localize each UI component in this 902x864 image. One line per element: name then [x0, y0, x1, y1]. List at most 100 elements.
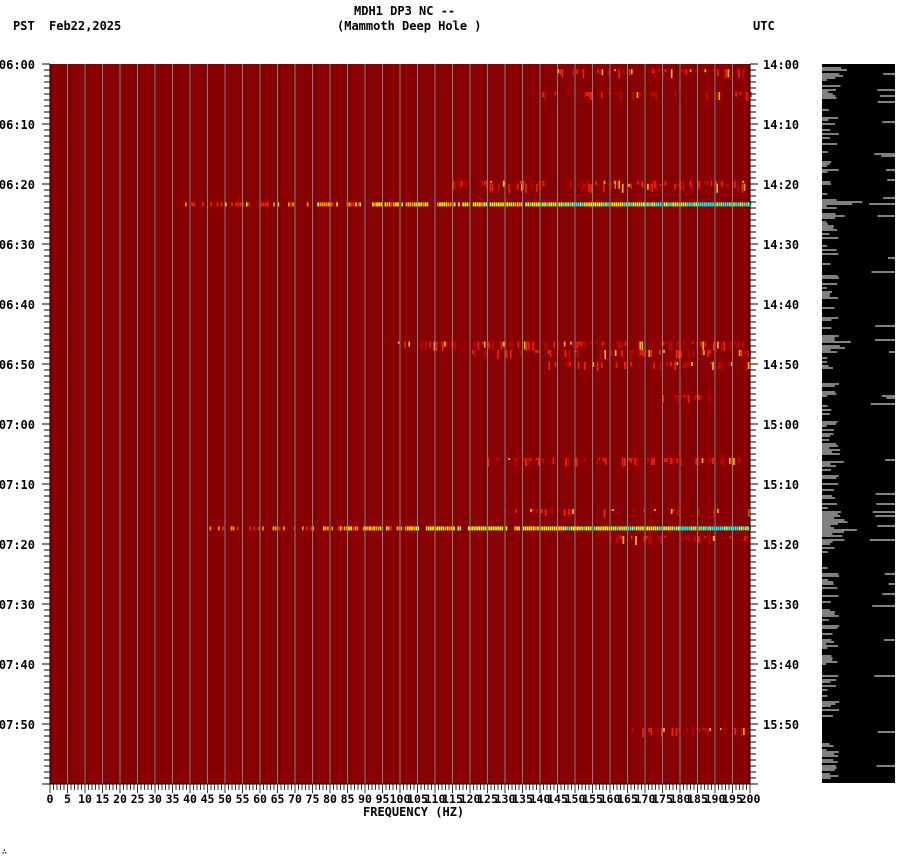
spectral-energy-mark — [372, 202, 374, 206]
time-tick-label-left: 06:40 — [0, 298, 35, 312]
spectral-energy-mark — [660, 536, 662, 544]
spectral-energy-mark — [529, 526, 531, 530]
spectral-energy-mark — [411, 526, 413, 530]
spectral-energy-mark — [587, 181, 589, 188]
spectral-energy-mark — [525, 526, 527, 530]
spectral-energy-mark — [721, 362, 723, 369]
spectral-energy-mark — [576, 342, 578, 349]
spectral-energy-mark — [726, 69, 728, 78]
spectral-energy-mark — [672, 458, 674, 465]
time-tick-label-left: 06:00 — [0, 58, 35, 72]
spectral-energy-mark — [746, 202, 748, 206]
spectral-energy-mark — [391, 202, 393, 206]
spectral-energy-mark — [743, 728, 745, 735]
spectral-energy-mark — [618, 69, 620, 78]
spectral-energy-mark — [604, 350, 606, 359]
spectral-energy-mark — [651, 92, 653, 96]
spectral-energy-mark — [344, 526, 346, 530]
spectral-energy-mark — [590, 184, 592, 193]
spectral-energy-mark — [548, 350, 550, 354]
spectral-energy-mark — [611, 526, 613, 530]
spectral-energy-mark — [538, 458, 540, 466]
spectral-energy-mark — [707, 181, 709, 186]
spectral-energy-mark — [719, 92, 721, 100]
spectral-energy-mark — [492, 342, 494, 350]
spectral-energy-mark — [677, 362, 679, 365]
spectral-energy-mark — [393, 202, 395, 206]
spectral-energy-mark — [636, 526, 638, 530]
spectral-energy-mark — [387, 202, 389, 206]
spectral-energy-mark — [386, 526, 388, 530]
spectral-energy-mark — [537, 509, 539, 513]
spectral-energy-mark — [482, 181, 484, 187]
spectral-energy-mark — [672, 728, 674, 736]
spectral-energy-mark — [660, 202, 662, 206]
spectral-energy-mark — [494, 202, 496, 206]
spectral-energy-mark — [544, 184, 546, 186]
frequency-tick-label: 80 — [323, 792, 337, 806]
spectral-energy-mark — [623, 69, 625, 73]
spectral-energy-mark — [432, 526, 434, 530]
spectral-energy-mark — [588, 526, 590, 530]
spectral-energy-mark — [703, 350, 705, 355]
spectral-energy-mark — [608, 69, 610, 75]
spectral-energy-mark — [450, 202, 452, 206]
spectral-energy-mark — [735, 526, 737, 530]
spectral-energy-mark — [738, 342, 740, 348]
spectral-energy-mark — [691, 526, 693, 530]
spectral-energy-mark — [441, 202, 443, 206]
spectral-energy-mark — [515, 458, 517, 466]
spectral-energy-mark — [673, 509, 675, 511]
spectral-energy-mark — [579, 342, 581, 345]
frequency-tick-label: 40 — [183, 792, 197, 806]
spectral-energy-mark — [509, 202, 511, 206]
frequency-tick-label: 0 — [47, 792, 54, 806]
spectral-energy-mark — [390, 526, 392, 530]
spectral-energy-mark — [410, 202, 412, 206]
spectral-energy-mark — [637, 342, 639, 345]
spectral-energy-mark — [350, 526, 352, 530]
spectral-energy-mark — [263, 202, 265, 206]
spectral-energy-mark — [518, 342, 520, 348]
spectral-energy-mark — [217, 202, 219, 206]
spectral-energy-mark — [567, 362, 569, 367]
spectral-energy-mark — [541, 342, 543, 344]
spectral-energy-mark — [641, 202, 643, 206]
time-tick-label-right: 14:20 — [763, 178, 799, 192]
spectral-energy-mark — [306, 526, 308, 530]
spectral-energy-mark — [684, 395, 686, 397]
spectral-energy-mark — [723, 458, 725, 467]
spectral-energy-mark — [616, 342, 618, 345]
time-tick-label-right: 14:00 — [763, 58, 799, 72]
spectral-energy-mark — [643, 184, 645, 187]
spectral-energy-mark — [640, 350, 642, 355]
spectral-energy-mark — [240, 202, 242, 206]
spectral-energy-mark — [721, 458, 723, 464]
frequency-tick-label: 60 — [253, 792, 267, 806]
spectral-energy-mark — [686, 69, 688, 74]
spectral-energy-mark — [534, 202, 536, 206]
spectral-energy-mark — [509, 342, 511, 347]
spectral-energy-mark — [737, 458, 739, 463]
spectral-energy-mark — [447, 526, 449, 530]
spectral-energy-mark — [511, 342, 513, 346]
spectral-energy-mark — [503, 342, 505, 347]
spectral-energy-mark — [707, 350, 709, 357]
spectral-energy-mark — [439, 526, 441, 530]
spectral-energy-mark — [237, 526, 239, 530]
spectral-energy-mark — [710, 362, 712, 364]
spectral-energy-mark — [279, 526, 281, 530]
spectral-energy-mark — [194, 202, 196, 206]
spectral-energy-mark — [709, 350, 711, 354]
spectral-energy-mark — [555, 92, 557, 95]
spectral-energy-mark — [342, 526, 344, 530]
spectral-energy-mark — [728, 69, 730, 77]
spectral-energy-mark — [503, 181, 505, 187]
spectral-energy-mark — [652, 69, 654, 73]
spectral-energy-mark — [210, 202, 212, 206]
spectral-energy-mark — [538, 202, 540, 206]
spectral-energy-mark — [506, 526, 508, 530]
spectral-energy-mark — [621, 342, 623, 349]
spectral-energy-mark — [499, 526, 501, 530]
spectral-energy-mark — [722, 526, 724, 530]
